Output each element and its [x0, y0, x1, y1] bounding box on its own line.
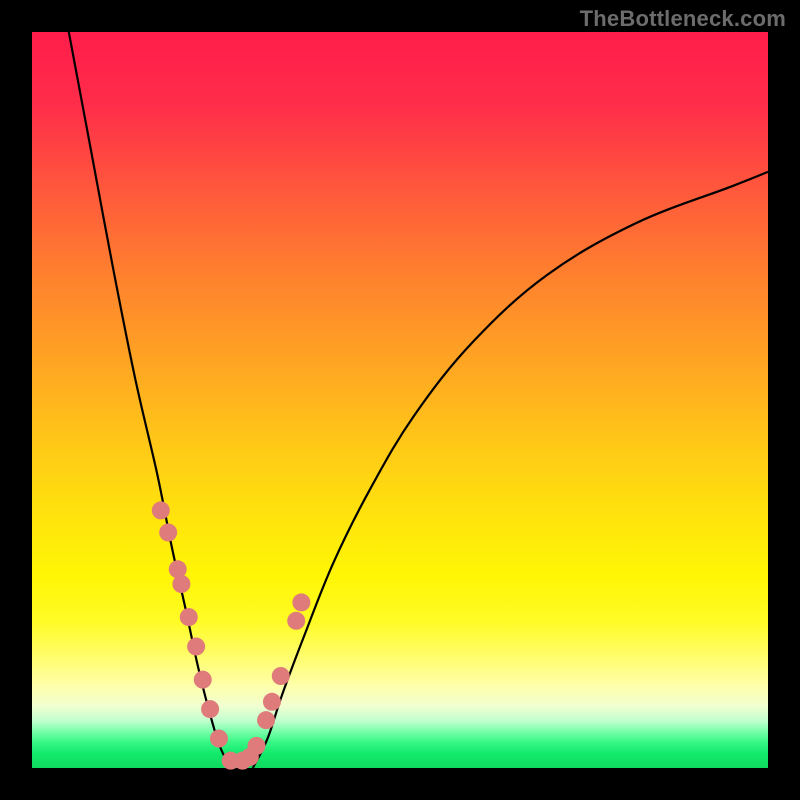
right-branch-curve: [253, 172, 768, 768]
data-dot: [187, 638, 205, 656]
data-dot: [272, 667, 290, 685]
chart-frame: TheBottleneck.com: [0, 0, 800, 800]
data-dot: [159, 523, 177, 541]
data-dot: [180, 608, 198, 626]
watermark-text: TheBottleneck.com: [580, 6, 786, 32]
data-dot: [152, 501, 170, 519]
data-dot: [172, 575, 190, 593]
left-branch-curve: [69, 32, 231, 768]
data-dot: [292, 593, 310, 611]
data-dot: [210, 730, 228, 748]
data-dot: [257, 711, 275, 729]
data-dot: [263, 693, 281, 711]
data-dot: [201, 700, 219, 718]
curves-svg: [32, 32, 768, 768]
dots-group: [152, 501, 311, 769]
data-dot: [194, 671, 212, 689]
curve-group: [69, 32, 768, 768]
data-dot: [287, 612, 305, 630]
plot-area: [32, 32, 768, 768]
data-dot: [247, 737, 265, 755]
